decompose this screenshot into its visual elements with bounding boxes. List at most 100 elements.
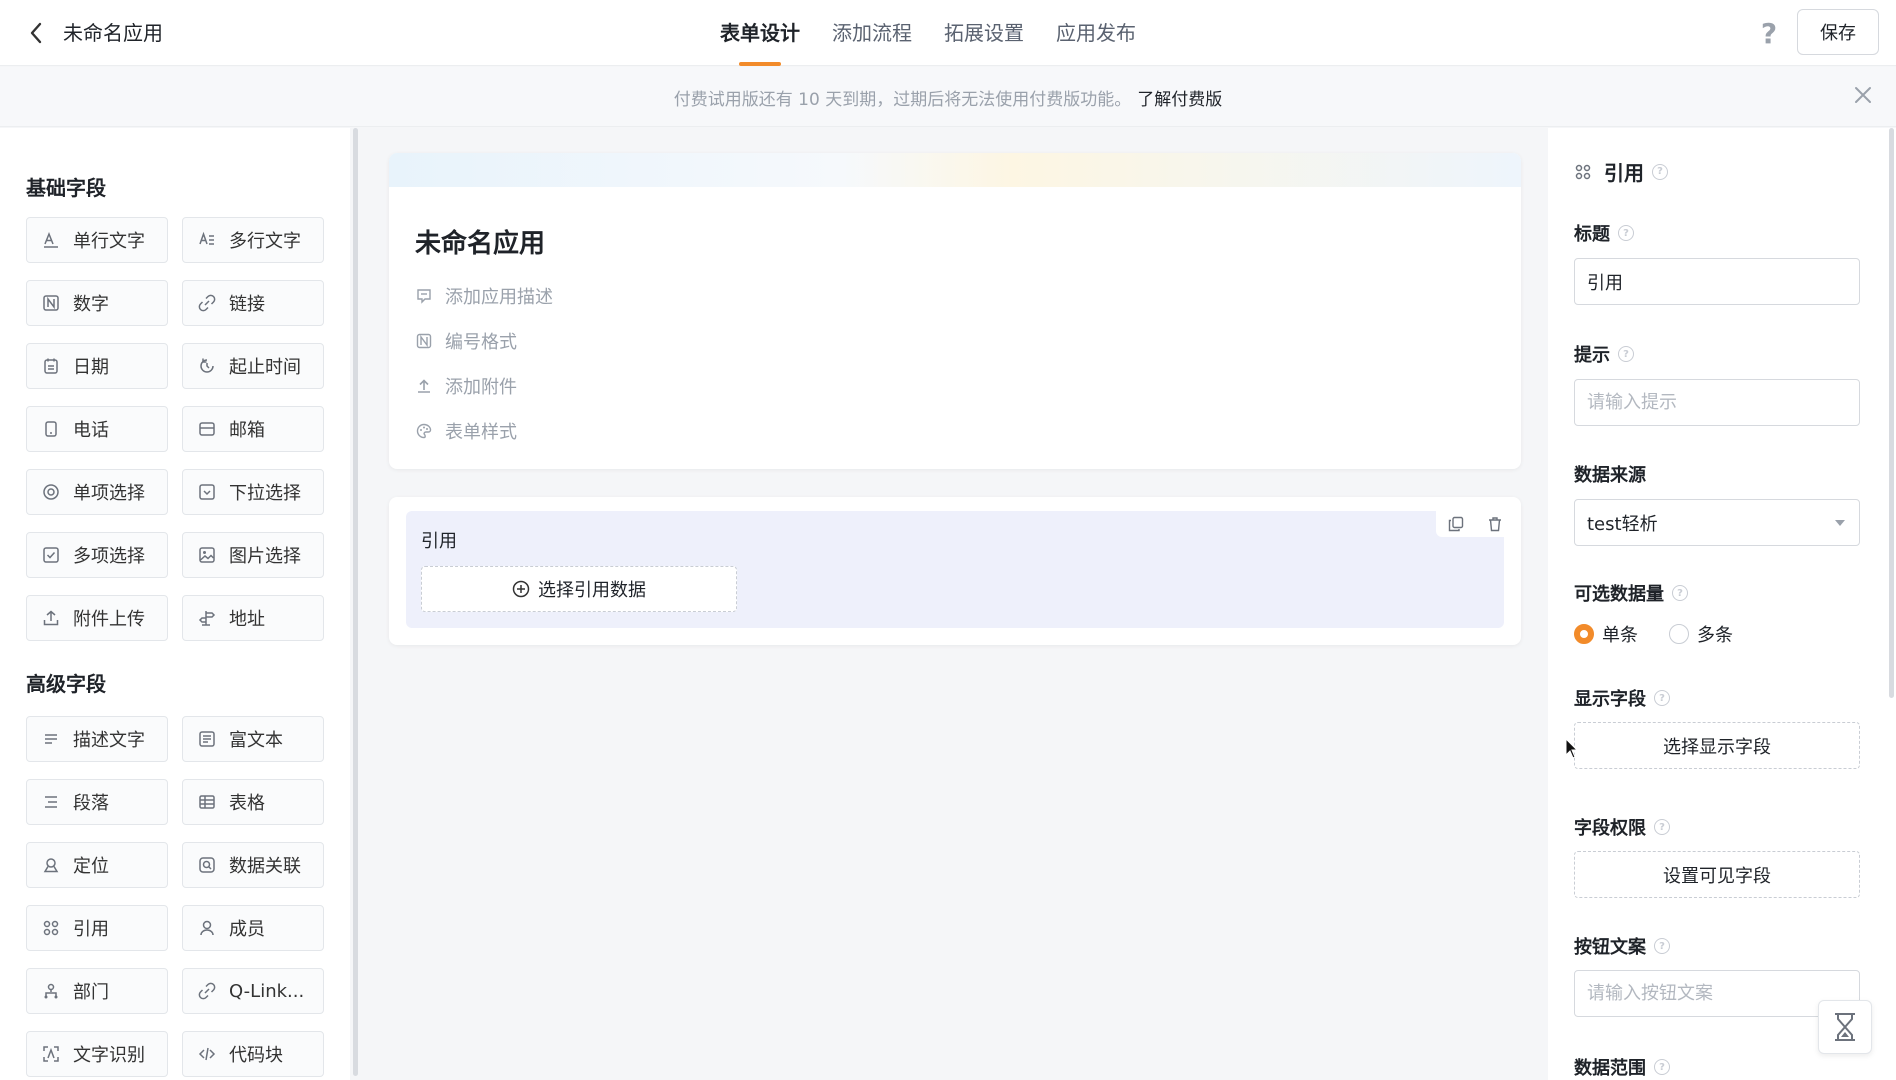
banner-text-row: 付费试用版还有 10 天到期，过期后将无法使用付费版功能。 了解付费版 bbox=[0, 85, 1896, 110]
tab-extension-settings[interactable]: 拓展设置 bbox=[944, 0, 1024, 66]
field-location[interactable]: 定位 bbox=[26, 842, 168, 888]
form-title[interactable]: 未命名应用 bbox=[415, 223, 545, 260]
field-link[interactable]: 链接 bbox=[182, 280, 324, 326]
field-label: 下拉选择 bbox=[229, 483, 301, 504]
time-range-icon bbox=[197, 356, 217, 376]
save-button[interactable]: 保存 bbox=[1797, 9, 1879, 55]
field-description[interactable]: 描述文字 bbox=[26, 716, 168, 762]
tab-form-design[interactable]: 表单设计 bbox=[720, 0, 800, 66]
field-multi-choice[interactable]: 多项选择 bbox=[26, 532, 168, 578]
table-icon bbox=[197, 792, 217, 812]
field-label: 附件上传 bbox=[73, 609, 145, 630]
field-ocr[interactable]: 文字识别 bbox=[26, 1031, 168, 1077]
field-time-range[interactable]: 起止时间 bbox=[182, 343, 324, 389]
display-fields-label: 显示字段 bbox=[1574, 689, 1646, 710]
add-description-option[interactable]: 添加应用描述 bbox=[415, 283, 553, 309]
field-single-choice[interactable]: 单项选择 bbox=[26, 469, 168, 515]
description-icon bbox=[41, 729, 61, 749]
field-table[interactable]: 表格 bbox=[182, 779, 324, 825]
field-label: 邮箱 bbox=[229, 420, 265, 441]
field-label: 富文本 bbox=[229, 730, 283, 751]
delete-icon[interactable] bbox=[1485, 514, 1505, 534]
hint-input[interactable] bbox=[1574, 379, 1860, 426]
data-range-label-row: 数据范围 ? bbox=[1574, 1054, 1670, 1080]
field-paragraph[interactable]: 段落 bbox=[26, 779, 168, 825]
select-reference-label: 选择引用数据 bbox=[538, 580, 646, 601]
question-circle-icon[interactable]: ? bbox=[1654, 819, 1670, 835]
tab-add-process[interactable]: 添加流程 bbox=[832, 0, 912, 66]
form-style-option[interactable]: 表单样式 bbox=[415, 418, 517, 444]
hint-label: 提示 bbox=[1574, 345, 1610, 366]
field-qlink[interactable]: Q-Link... bbox=[182, 968, 324, 1014]
top-header: 未命名应用 表单设计 添加流程 拓展设置 应用发布 ? 保存 bbox=[0, 0, 1896, 66]
question-circle-icon[interactable]: ? bbox=[1654, 938, 1670, 954]
field-department[interactable]: 部门 bbox=[26, 968, 168, 1014]
data-source-select[interactable]: test轻析 bbox=[1574, 499, 1860, 546]
question-circle-icon[interactable]: ? bbox=[1618, 346, 1634, 362]
add-attachment-option[interactable]: 添加附件 bbox=[415, 373, 517, 399]
back-arrow-icon[interactable] bbox=[22, 19, 50, 47]
reference-field-card[interactable]: 引用 选择引用数据 bbox=[389, 497, 1521, 645]
field-multi-line-text[interactable]: 多行文字 bbox=[182, 217, 324, 263]
tab-app-publish[interactable]: 应用发布 bbox=[1056, 0, 1136, 66]
field-date[interactable]: 日期 bbox=[26, 343, 168, 389]
field-image-choice[interactable]: 图片选择 bbox=[182, 532, 324, 578]
question-circle-icon[interactable]: ? bbox=[1672, 585, 1688, 601]
question-circle-icon[interactable]: ? bbox=[1654, 690, 1670, 706]
property-panel-title: 引用 bbox=[1604, 161, 1644, 185]
field-rich-text[interactable]: 富文本 bbox=[182, 716, 324, 762]
upload-icon bbox=[41, 608, 61, 628]
field-single-line-text[interactable]: 单行文字 bbox=[26, 217, 168, 263]
left-scrollbar[interactable] bbox=[353, 128, 358, 1076]
select-display-fields-button[interactable]: 选择显示字段 bbox=[1574, 722, 1860, 769]
field-label: 文字识别 bbox=[73, 1045, 145, 1066]
source-label-row: 数据来源 bbox=[1574, 461, 1646, 487]
number-icon bbox=[41, 293, 61, 313]
data-source-label: 数据来源 bbox=[1574, 465, 1646, 486]
field-label: 定位 bbox=[73, 856, 109, 877]
close-icon[interactable] bbox=[1852, 84, 1874, 106]
field-phone[interactable]: 电话 bbox=[26, 406, 168, 452]
field-member[interactable]: 成员 bbox=[182, 905, 324, 951]
right-scrollbar[interactable] bbox=[1889, 128, 1894, 698]
radio-label: 单条 bbox=[1602, 625, 1638, 646]
field-number[interactable]: 数字 bbox=[26, 280, 168, 326]
field-label: 图片选择 bbox=[229, 546, 301, 567]
field-label: 成员 bbox=[229, 919, 265, 940]
field-code-block[interactable]: 代码块 bbox=[182, 1031, 324, 1077]
field-dropdown[interactable]: 下拉选择 bbox=[182, 469, 324, 515]
button-text-label-row: 按钮文案 ? bbox=[1574, 933, 1670, 959]
set-visible-fields-button[interactable]: 设置可见字段 bbox=[1574, 851, 1860, 898]
copy-icon[interactable] bbox=[1446, 514, 1466, 534]
calendar-icon bbox=[41, 356, 61, 376]
field-reference[interactable]: 引用 bbox=[26, 905, 168, 951]
signpost-icon bbox=[197, 608, 217, 628]
radio-single[interactable]: 单条 bbox=[1574, 621, 1638, 647]
banner-learn-more-link[interactable]: 了解付费版 bbox=[1137, 90, 1222, 110]
field-data-link[interactable]: 数据关联 bbox=[182, 842, 324, 888]
reference-field-selected[interactable]: 引用 选择引用数据 bbox=[406, 511, 1514, 628]
radio-multiple[interactable]: 多条 bbox=[1669, 621, 1733, 647]
option-label: 添加应用描述 bbox=[445, 287, 553, 308]
reference-icon bbox=[1574, 163, 1592, 181]
title-input[interactable] bbox=[1574, 258, 1860, 305]
checkbox-icon bbox=[41, 545, 61, 565]
title-label-row: 标题 ? bbox=[1574, 220, 1634, 246]
field-mail[interactable]: 邮箱 bbox=[182, 406, 324, 452]
field-label: 链接 bbox=[229, 294, 265, 315]
number-format-option[interactable]: 编号格式 bbox=[415, 328, 517, 354]
field-label: 电话 bbox=[73, 420, 109, 441]
field-address[interactable]: 地址 bbox=[182, 595, 324, 641]
field-attachment[interactable]: 附件上传 bbox=[26, 595, 168, 641]
question-circle-icon[interactable]: ? bbox=[1618, 225, 1634, 241]
hourglass-icon[interactable] bbox=[1818, 1000, 1872, 1054]
question-circle-icon[interactable]: ? bbox=[1654, 1059, 1670, 1075]
question-circle-icon[interactable]: ? bbox=[1652, 163, 1668, 180]
trial-banner: 付费试用版还有 10 天到期，过期后将无法使用付费版功能。 了解付费版 bbox=[0, 67, 1896, 127]
member-icon bbox=[197, 918, 217, 938]
form-header-banner bbox=[389, 153, 1521, 187]
field-label: 描述文字 bbox=[73, 730, 145, 751]
display-label-row: 显示字段 ? bbox=[1574, 685, 1670, 711]
help-icon[interactable]: ? bbox=[1754, 16, 1784, 50]
select-reference-data-button[interactable]: 选择引用数据 bbox=[421, 566, 737, 612]
